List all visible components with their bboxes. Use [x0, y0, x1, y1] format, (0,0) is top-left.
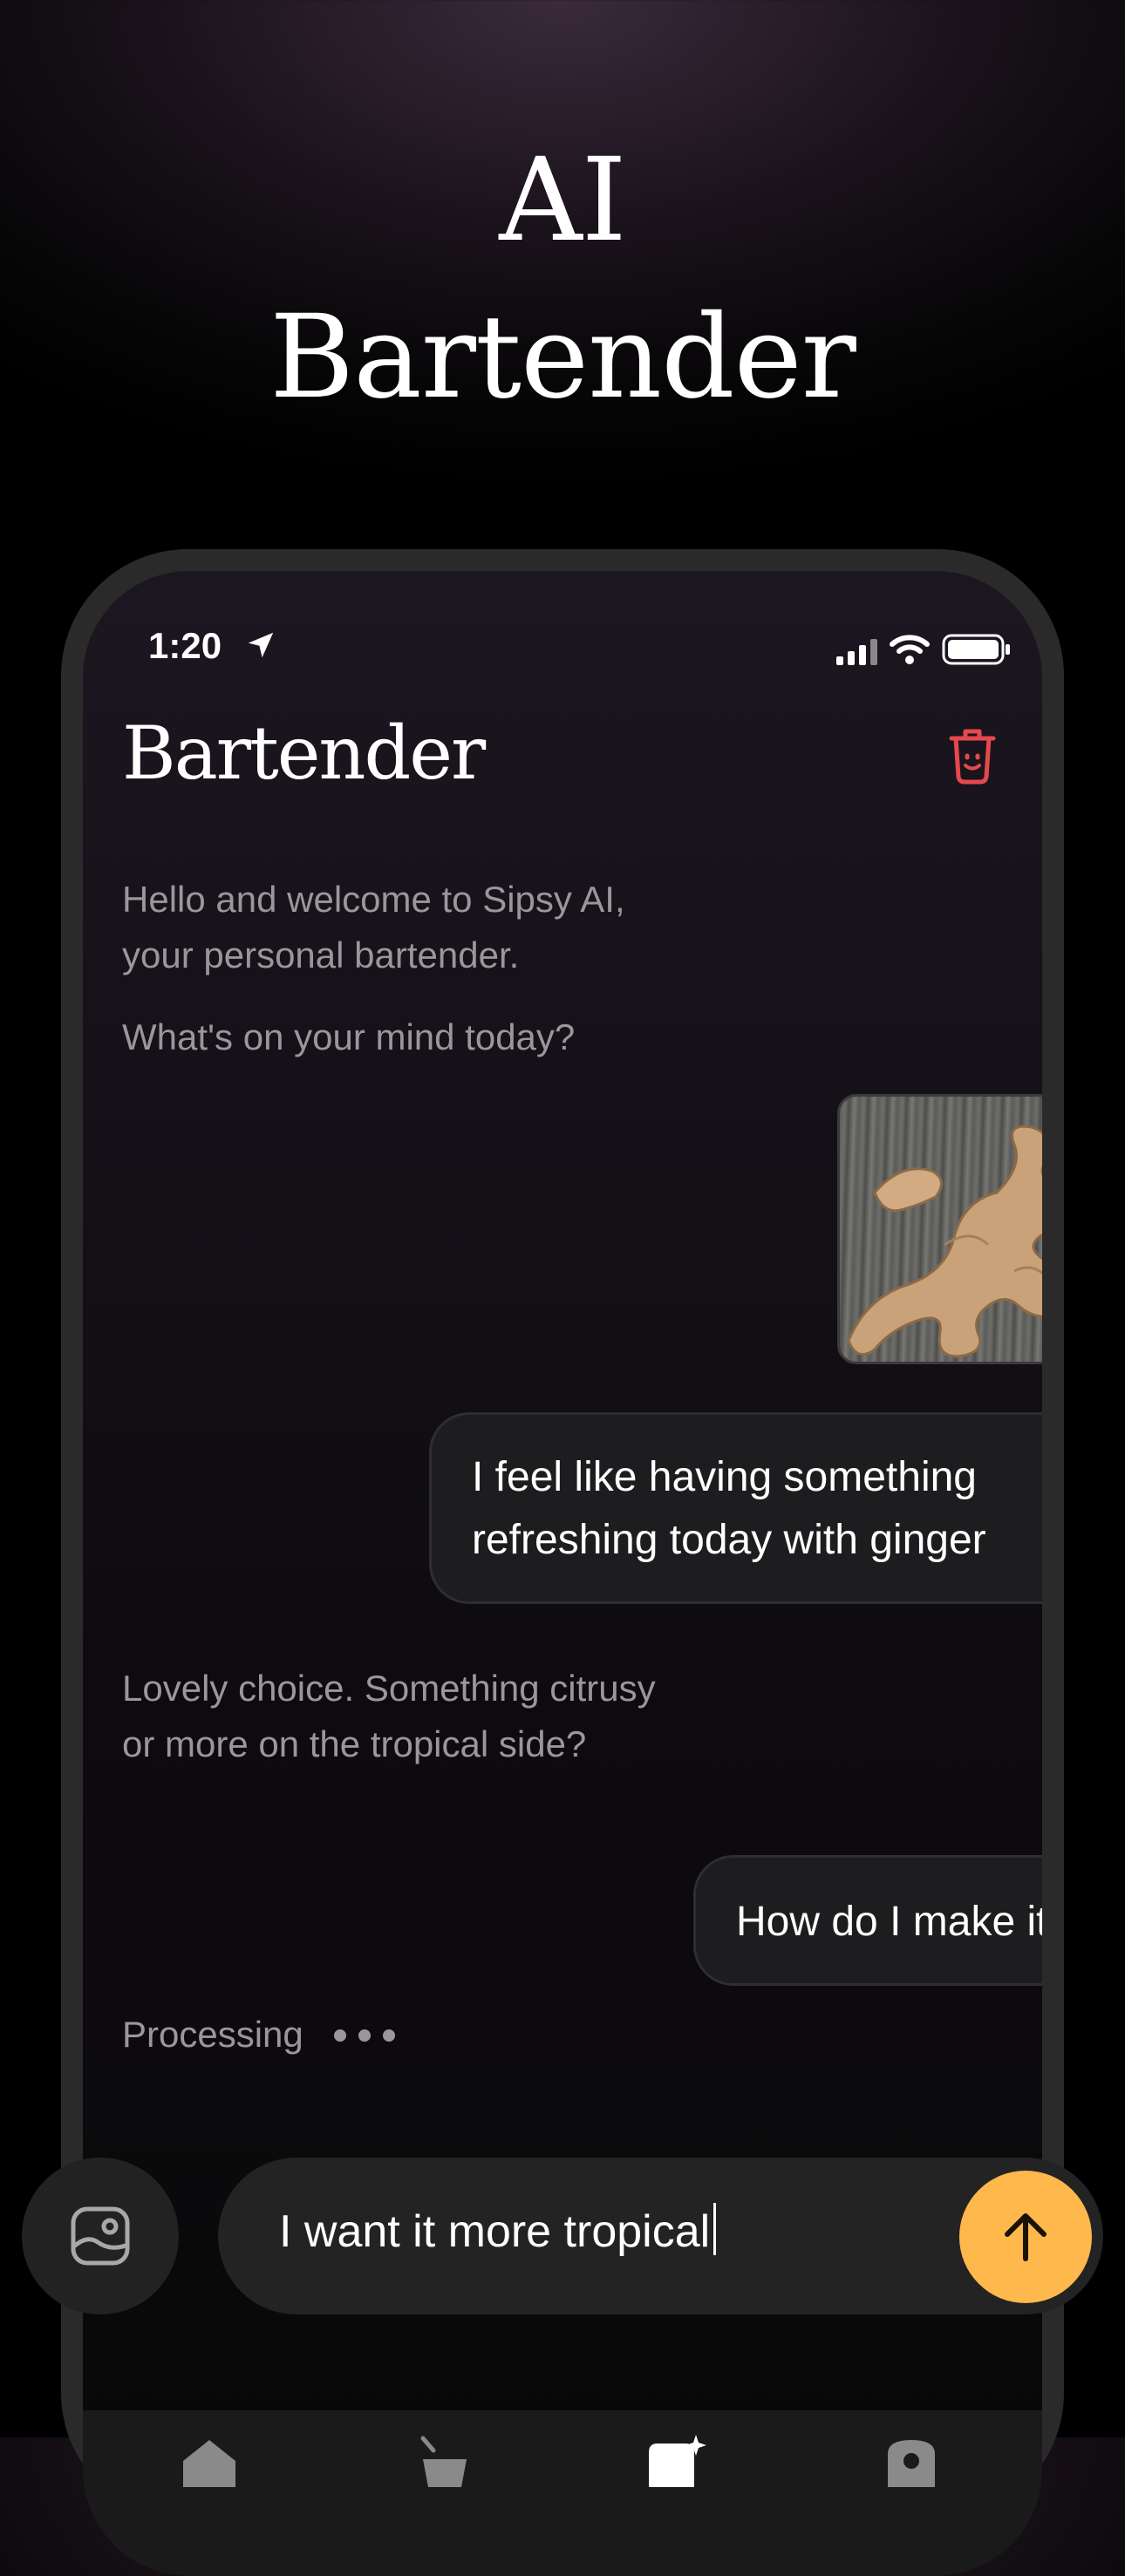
bot-welcome-message: Hello and welcome to Sipsy AI, your pers… [122, 872, 625, 983]
ginger-image [847, 1125, 1042, 1358]
welcome-line-1: Hello and welcome to Sipsy AI, [122, 879, 625, 920]
cocktail-glass-icon[interactable] [414, 2435, 475, 2487]
user-message-bubble-1: I feel like having something refreshing … [429, 1412, 1042, 1604]
prompt-line: What's on your mind today? [122, 1016, 576, 1057]
wifi-icon [890, 635, 930, 664]
bot-reply-line-2: or more on the tropical side? [122, 1723, 587, 1764]
welcome-line-2: your personal bartender. [122, 935, 520, 975]
message-input-text[interactable]: I want it more tropical [279, 2203, 717, 2258]
headline-line-1: AI [499, 133, 626, 268]
user-message-bubble-2: How do I make it? [693, 1855, 1042, 1986]
tab-bar [83, 2410, 1042, 2576]
bot-reply-message: Lovely choice. Something citrusy or more… [122, 1661, 656, 1772]
headline-line-2: Bartender [269, 290, 856, 425]
user-message-2-text: How do I make it? [736, 1899, 1042, 1945]
page-title: Bartender [122, 710, 486, 796]
ai-chat-sparkle-icon[interactable] [645, 2435, 706, 2487]
status-time: 1:20 [148, 625, 222, 666]
typing-dots-icon [334, 2029, 395, 2042]
user-message-1-line-1: I feel like having something [472, 1454, 977, 1500]
battery-icon [942, 634, 1010, 665]
page-headline: AI Bartender [0, 122, 1125, 436]
processing-indicator: Processing [122, 2014, 303, 2055]
arrow-up-icon [1005, 2213, 1047, 2261]
bot-prompt-message: What's on your mind today? [122, 1009, 575, 1065]
user-message-1-line-2: refreshing today with ginger [472, 1517, 986, 1563]
gallery-button[interactable] [22, 2158, 179, 2314]
text-cursor [713, 2203, 717, 2255]
profile-icon[interactable] [881, 2435, 942, 2487]
location-arrow-icon [248, 632, 274, 658]
trash-icon[interactable] [946, 726, 999, 785]
bot-reply-line-1: Lovely choice. Something citrusy [122, 1668, 656, 1709]
send-button[interactable] [959, 2171, 1092, 2303]
home-icon[interactable] [179, 2435, 240, 2487]
message-input-value: I want it more tropical [279, 2206, 711, 2257]
cellular-signal-icon [836, 639, 877, 665]
image-gallery-icon [71, 2206, 130, 2266]
user-image-message[interactable] [837, 1094, 1042, 1364]
